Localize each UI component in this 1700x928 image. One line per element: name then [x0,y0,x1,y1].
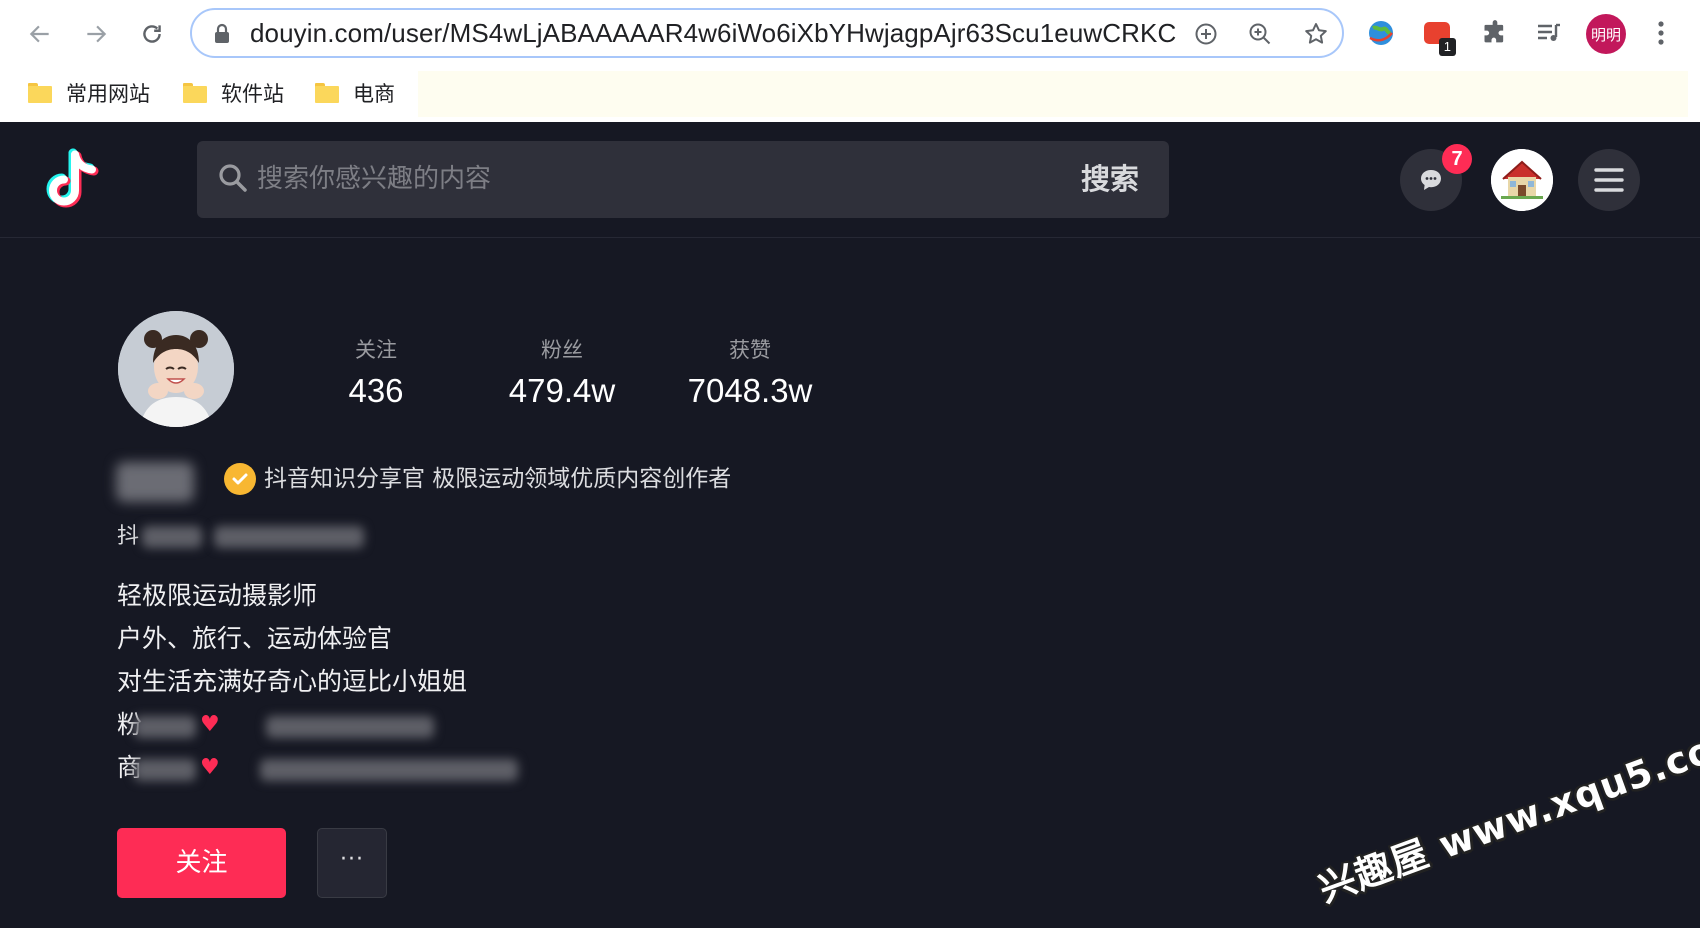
fan-group-id-blurred [266,716,434,738]
menu-button[interactable] [1578,149,1640,211]
douyin-id-label-blurred [142,526,202,548]
stat-label: 获赞 [729,338,771,362]
douyin-id-prefix: 抖 [117,524,140,549]
follow-button[interactable]: 关注 [117,828,286,898]
more-vertical-icon[interactable] [1644,16,1678,50]
stat-value: 7048.3w [687,372,813,409]
browser-toolbar: douyin.com/user/MS4wLjABAAAAAR4w6iWo6iXb… [0,0,1700,67]
house-icon [1491,149,1553,211]
media-control-icon[interactable] [1532,16,1566,50]
bookmark-label: 软件站 [221,82,284,106]
more-options-button[interactable]: ··· [317,828,387,898]
douyin-logo-icon[interactable] [36,144,104,214]
profile-photo [118,311,234,427]
lock-icon[interactable] [212,23,232,45]
globe-extension-icon[interactable] [1364,16,1398,50]
heart-icon: ♥ [200,712,220,737]
bookmark-label: 电商 [353,82,395,106]
forward-button[interactable] [76,14,116,54]
url-text[interactable]: douyin.com/user/MS4wLjABAAAAAR4w6iWo6iXb… [250,18,1176,49]
stat-value: 436 [348,372,404,409]
bookmark-folder[interactable]: 电商 [315,75,395,111]
stat-value: 479.4w [508,372,616,409]
profile-avatar [118,311,234,427]
stat-label: 关注 [355,338,397,362]
search-icon [219,164,247,192]
followers-stat[interactable]: 粉丝 479.4w [502,335,622,411]
site-header: 搜索你感兴趣的内容 搜索 7 [0,122,1700,238]
search-button[interactable]: 搜索 [1081,141,1139,218]
search-input[interactable]: 搜索你感兴趣的内容 [257,141,491,218]
hamburger-menu-icon [1594,168,1624,192]
reload-button[interactable] [132,14,172,54]
folder-icon [315,83,339,103]
bookmark-folder[interactable]: 常用网站 [28,75,150,111]
arrow-left-icon [29,25,49,43]
profile-name-blurred [116,462,194,502]
stat-label: 粉丝 [541,338,583,362]
site-watermark: 兴趣屋 www.xqu5.com [1313,714,1700,911]
puzzle-extensions-icon[interactable] [1478,16,1512,50]
browser-profile-avatar[interactable]: 明明 [1586,14,1626,54]
bookmark-folder[interactable]: 软件站 [183,75,284,111]
arrow-right-icon [87,25,107,43]
business-label-blurred [134,759,196,781]
back-button[interactable] [20,14,60,54]
douyin-id-value-blurred [214,526,364,548]
search-box[interactable]: 搜索你感兴趣的内容 搜索 [197,141,1169,218]
bio-line: 户外、旅行、运动体验官 [117,624,393,653]
verification-text: 抖音知识分享官 极限运动领域优质内容创作者 [264,466,732,492]
douyin-page: 搜索你感兴趣的内容 搜索 7 关注 436 粉丝 479.4w 获赞 7048.… [0,122,1700,928]
fan-group-label-blurred [134,716,196,738]
user-avatar[interactable] [1491,149,1553,211]
zoom-icon[interactable] [1246,20,1274,48]
bio-line: 轻极限运动摄影师 [117,581,318,610]
install-app-icon[interactable] [1192,20,1220,48]
extension-badge: 1 [1438,38,1456,56]
folder-icon [183,83,207,103]
verified-check-icon [224,463,256,495]
reload-icon [143,25,161,43]
bookmark-star-icon[interactable] [1302,20,1330,48]
likes-stat: 获赞 7048.3w [680,335,820,411]
bookmarks-bar: 常用网站 软件站 电商 [0,67,1700,121]
bio-line: 对生活充满好奇心的逗比小姐姐 [117,667,468,696]
bookmark-label: 常用网站 [66,82,150,106]
message-count-badge: 7 [1442,144,1472,174]
folder-icon [28,83,52,103]
following-stat[interactable]: 关注 436 [336,335,416,411]
heart-icon: ♥ [200,755,220,780]
address-bar[interactable]: douyin.com/user/MS4wLjABAAAAAR4w6iWo6iXb… [190,8,1344,58]
business-contact-blurred [260,759,518,781]
chat-bubble-icon [1421,170,1441,190]
record-extension-icon[interactable]: 1 [1420,16,1456,56]
